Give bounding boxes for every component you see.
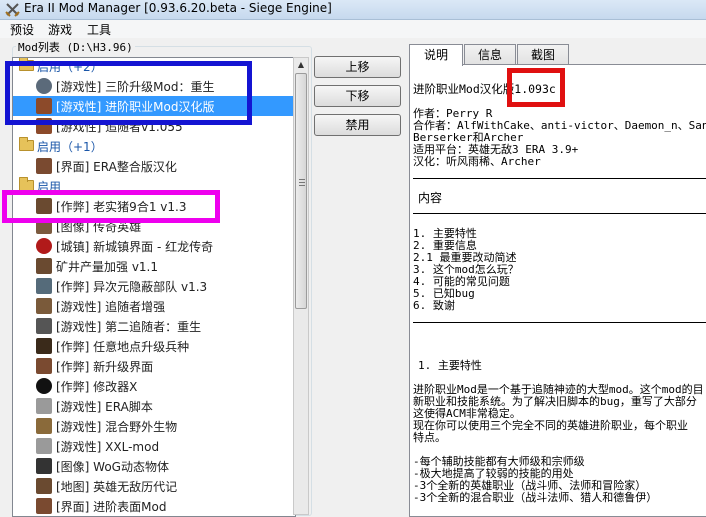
knight-icon — [36, 318, 52, 334]
mod-label: [城镇] 新城镇界面 - 红龙传奇 — [56, 240, 214, 254]
menu-tools[interactable]: 工具 — [83, 21, 115, 38]
blue-highlight-box — [5, 61, 252, 125]
magenta-highlight-box — [2, 190, 220, 223]
scroll-thumb[interactable] — [295, 73, 307, 309]
skull-icon — [36, 378, 52, 394]
hero-icon — [36, 298, 52, 314]
mod-label: [作弊] 异次元隐蔽部队 v1.3 — [56, 280, 208, 294]
red-orb-icon — [36, 238, 52, 254]
hero-icon — [36, 478, 52, 494]
mod-list-item[interactable]: [图像] WoG动态物体 — [13, 456, 295, 476]
portrait-icon — [36, 158, 52, 174]
disable-button[interactable]: 禁用 — [314, 114, 401, 136]
grip-line — [299, 179, 305, 180]
mod-label: [图像] WoG动态物体 — [56, 460, 169, 474]
red-highlight-box — [507, 68, 565, 107]
mod-label: [游戏性] 追随者增强 — [56, 300, 166, 314]
mod-list-scrollbar[interactable]: ▲ — [293, 57, 309, 515]
mod-list-item[interactable]: [游戏性] 第二追随者：重生 — [13, 316, 295, 336]
hero-icon — [36, 258, 52, 274]
tree-category[interactable]: 启用（+1） — [13, 136, 295, 156]
description-panel: 进阶职业Mod汉化版1.093c 作者：Perry R 合作者：AlfWithC… — [409, 64, 706, 517]
menu-bar: 预设 游戏 工具 — [0, 20, 706, 38]
creature-icon — [36, 278, 52, 294]
title-bar: Era II Mod Manager [0.93.6.20.beta - Sie… — [0, 0, 706, 20]
tab-info[interactable]: 信息 — [464, 44, 516, 65]
divider — [413, 178, 706, 179]
grip-line — [299, 185, 305, 186]
scroll-up-arrow-icon[interactable]: ▲ — [294, 58, 308, 72]
mod-label: [界面] ERA整合版汉化 — [56, 160, 177, 174]
grip-line — [299, 182, 305, 183]
folder-icon — [19, 137, 34, 151]
mod-list-item[interactable]: [作弊] 修改器X — [13, 376, 295, 396]
mod-list-item[interactable]: [地图] 英雄无敌历代记 — [13, 476, 295, 496]
crossed-swords-icon — [5, 3, 20, 17]
mod-list-item[interactable]: 矿井产量加强 v1.1 — [13, 256, 295, 276]
mod-list-item[interactable]: [界面] 进阶表面Mod — [13, 496, 295, 516]
para-line: 特点。 — [413, 431, 446, 444]
divider — [413, 213, 706, 214]
creature-icon — [36, 418, 52, 434]
tab-screenshots[interactable]: 截图 — [517, 44, 569, 65]
mod-label: [游戏性] 混合野外生物 — [56, 420, 178, 434]
mod-label: 矿井产量加强 v1.1 — [56, 260, 159, 274]
mod-label: [作弊] 任意地点升级兵种 — [56, 340, 190, 354]
mod-label: [界面] 进阶表面Mod — [56, 500, 167, 514]
desc-line: 汉化：听风雨稀、Archer — [413, 155, 541, 168]
mod-label: [游戏性] 第二追随者：重生 — [56, 320, 202, 334]
mod-list-item[interactable]: [作弊] 新升级界面 — [13, 356, 295, 376]
mod-list-item[interactable]: [游戏性] ERA脚本 — [13, 396, 295, 416]
divider — [413, 322, 706, 323]
mod-label: [作弊] 修改器X — [56, 380, 138, 394]
portrait-icon — [36, 358, 52, 374]
mod-label: [作弊] 新升级界面 — [56, 360, 154, 374]
tab-strip: 说明 信息 截图 — [409, 44, 706, 66]
portrait-icon — [36, 498, 52, 514]
tab-description[interactable]: 说明 — [409, 44, 463, 66]
move-up-button[interactable]: 上移 — [314, 56, 401, 78]
folder-gray-icon — [36, 398, 52, 414]
mod-list-item[interactable]: [作弊] 任意地点升级兵种 — [13, 336, 295, 356]
toc-title: 内容 — [418, 191, 443, 205]
folder-gray-icon — [36, 438, 52, 454]
para-line: 现在你可以使用三个完全不同的英雄进阶职业，每个职业 — [413, 419, 688, 432]
toc-line: 6. 致谢 — [413, 299, 455, 312]
window-title: Era II Mod Manager [0.93.6.20.beta - Sie… — [24, 1, 332, 15]
mod-list-item[interactable]: [作弊] 异次元隐蔽部队 v1.3 — [13, 276, 295, 296]
mod-list-item[interactable]: [界面] ERA整合版汉化 — [13, 156, 295, 176]
mod-list-item[interactable]: [游戏性] XXL-mod — [13, 436, 295, 456]
menu-game[interactable]: 游戏 — [44, 21, 76, 38]
move-down-button[interactable]: 下移 — [314, 85, 401, 107]
mod-label: [地图] 英雄无敌历代记 — [56, 480, 178, 494]
mod-label: [游戏性] ERA脚本 — [56, 400, 153, 414]
mod-list-label: Mod列表 (D:\H3.96) — [16, 39, 135, 55]
eye-icon — [36, 458, 52, 474]
mod-label: [游戏性] XXL-mod — [56, 440, 160, 454]
menu-presets[interactable]: 预设 — [6, 21, 38, 38]
category-label: 启用（+1） — [37, 140, 103, 154]
mod-list-item[interactable]: [游戏性] 混合野外生物 — [13, 416, 295, 436]
mod-tree-list[interactable]: 启用（+2） [游戏性] 三阶升级Mod：重生 [游戏性] 进阶职业Mod汉化版 [游… — [12, 57, 296, 517]
mod-list-item[interactable]: [城镇] 新城镇界面 - 红龙传奇 — [13, 236, 295, 256]
mod-list-item[interactable]: [游戏性] 追随者增强 — [13, 296, 295, 316]
section-title: 1. 主要特性 — [418, 359, 482, 372]
desc-heading-prefix: 进阶职业Mod汉化版 — [413, 82, 515, 96]
bullet-line: -3个全新的混合职业（战斗法师、猎人和德鲁伊） — [413, 491, 658, 504]
upgrade-arrow-icon — [36, 338, 52, 354]
